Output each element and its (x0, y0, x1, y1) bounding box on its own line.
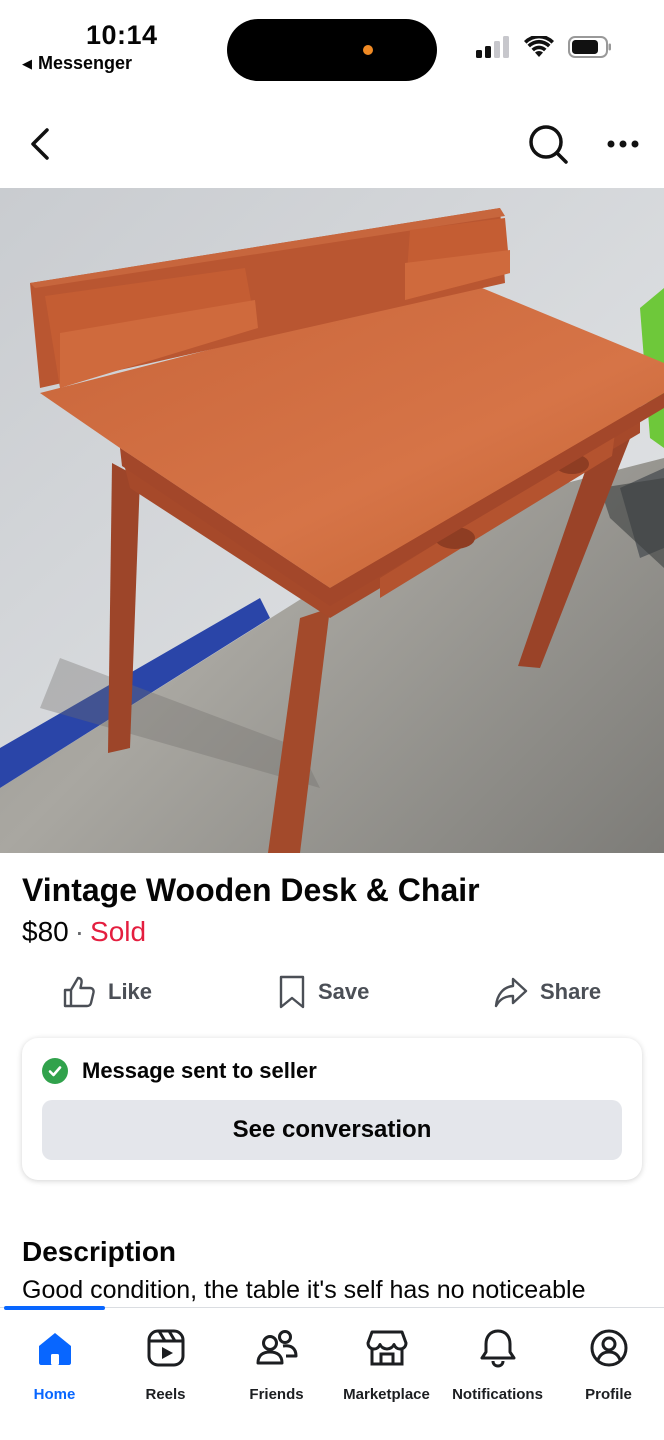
thumbs-up-icon (63, 976, 95, 1008)
like-label: Like (108, 979, 153, 1004)
share-label: Share (540, 979, 602, 1004)
like-button[interactable]: Like (62, 968, 152, 1016)
tab-marketplace-label: Marketplace (343, 1386, 430, 1403)
bell-icon (476, 1326, 520, 1370)
price-separator: · (74, 916, 85, 947)
tab-home[interactable]: Home (0, 1326, 110, 1406)
marketplace-icon (365, 1326, 409, 1370)
listing-price: $80 (22, 916, 69, 947)
back-app-label: Messenger (38, 53, 133, 73)
search-icon[interactable] (526, 122, 570, 166)
save-label: Save (318, 979, 370, 1004)
signal-icon (476, 36, 509, 58)
tab-notifications-label: Notifications (452, 1386, 543, 1403)
recording-indicator-icon (363, 45, 373, 55)
message-status-row: Message sent to seller (42, 1058, 317, 1084)
share-arrow-icon (494, 977, 528, 1008)
back-triangle-icon: ◀ (22, 55, 32, 71)
tab-profile-label: Profile (585, 1386, 632, 1403)
tab-friends-label: Friends (249, 1386, 304, 1403)
friends-icon (255, 1326, 299, 1370)
back-arrow-icon[interactable] (22, 122, 62, 166)
description-heading: Description (22, 1236, 177, 1267)
bookmark-icon (279, 975, 305, 1009)
home-icon (33, 1326, 77, 1370)
back-to-app-link[interactable]: ◀ Messenger (22, 53, 132, 74)
action-row: Like Save Share (0, 968, 664, 1016)
tab-notifications[interactable]: Notifications (442, 1326, 553, 1406)
listing-title: Vintage Wooden Desk & Chair (22, 872, 480, 908)
top-nav (0, 108, 664, 180)
reels-icon (144, 1326, 188, 1370)
more-options-icon[interactable] (603, 130, 643, 158)
tab-marketplace[interactable]: Marketplace (331, 1326, 442, 1406)
active-tab-indicator (4, 1306, 105, 1310)
sold-status: Sold (90, 916, 147, 947)
message-status-text: Message sent to seller (82, 1058, 317, 1083)
save-button[interactable]: Save (278, 968, 369, 1016)
tab-home-label: Home (33, 1386, 76, 1403)
tab-reels[interactable]: Reels (110, 1326, 221, 1406)
status-icons (476, 36, 612, 58)
listing-photo[interactable] (0, 188, 664, 853)
description-text: Good condition, the table it's self has … (22, 1276, 586, 1304)
tab-reels-label: Reels (145, 1386, 186, 1403)
profile-icon (587, 1326, 631, 1370)
desk-photo-image (0, 188, 664, 853)
check-circle-icon (42, 1058, 68, 1084)
tab-friends[interactable]: Friends (221, 1326, 332, 1406)
status-bar: 10:14 ◀ Messenger (0, 0, 664, 92)
tab-profile[interactable]: Profile (553, 1326, 664, 1406)
bottom-tab-bar: Home Reels Friends Marketplace Notificat… (0, 1306, 664, 1440)
battery-icon (568, 36, 611, 58)
message-sent-card: Message sent to seller See conversation (22, 1038, 642, 1180)
dynamic-island (227, 19, 437, 81)
price-line: $80 · Sold (22, 916, 146, 948)
wifi-icon (524, 36, 554, 57)
share-button[interactable]: Share (494, 968, 601, 1016)
see-conversation-button[interactable]: See conversation (42, 1100, 622, 1160)
status-time: 10:14 (86, 20, 158, 50)
